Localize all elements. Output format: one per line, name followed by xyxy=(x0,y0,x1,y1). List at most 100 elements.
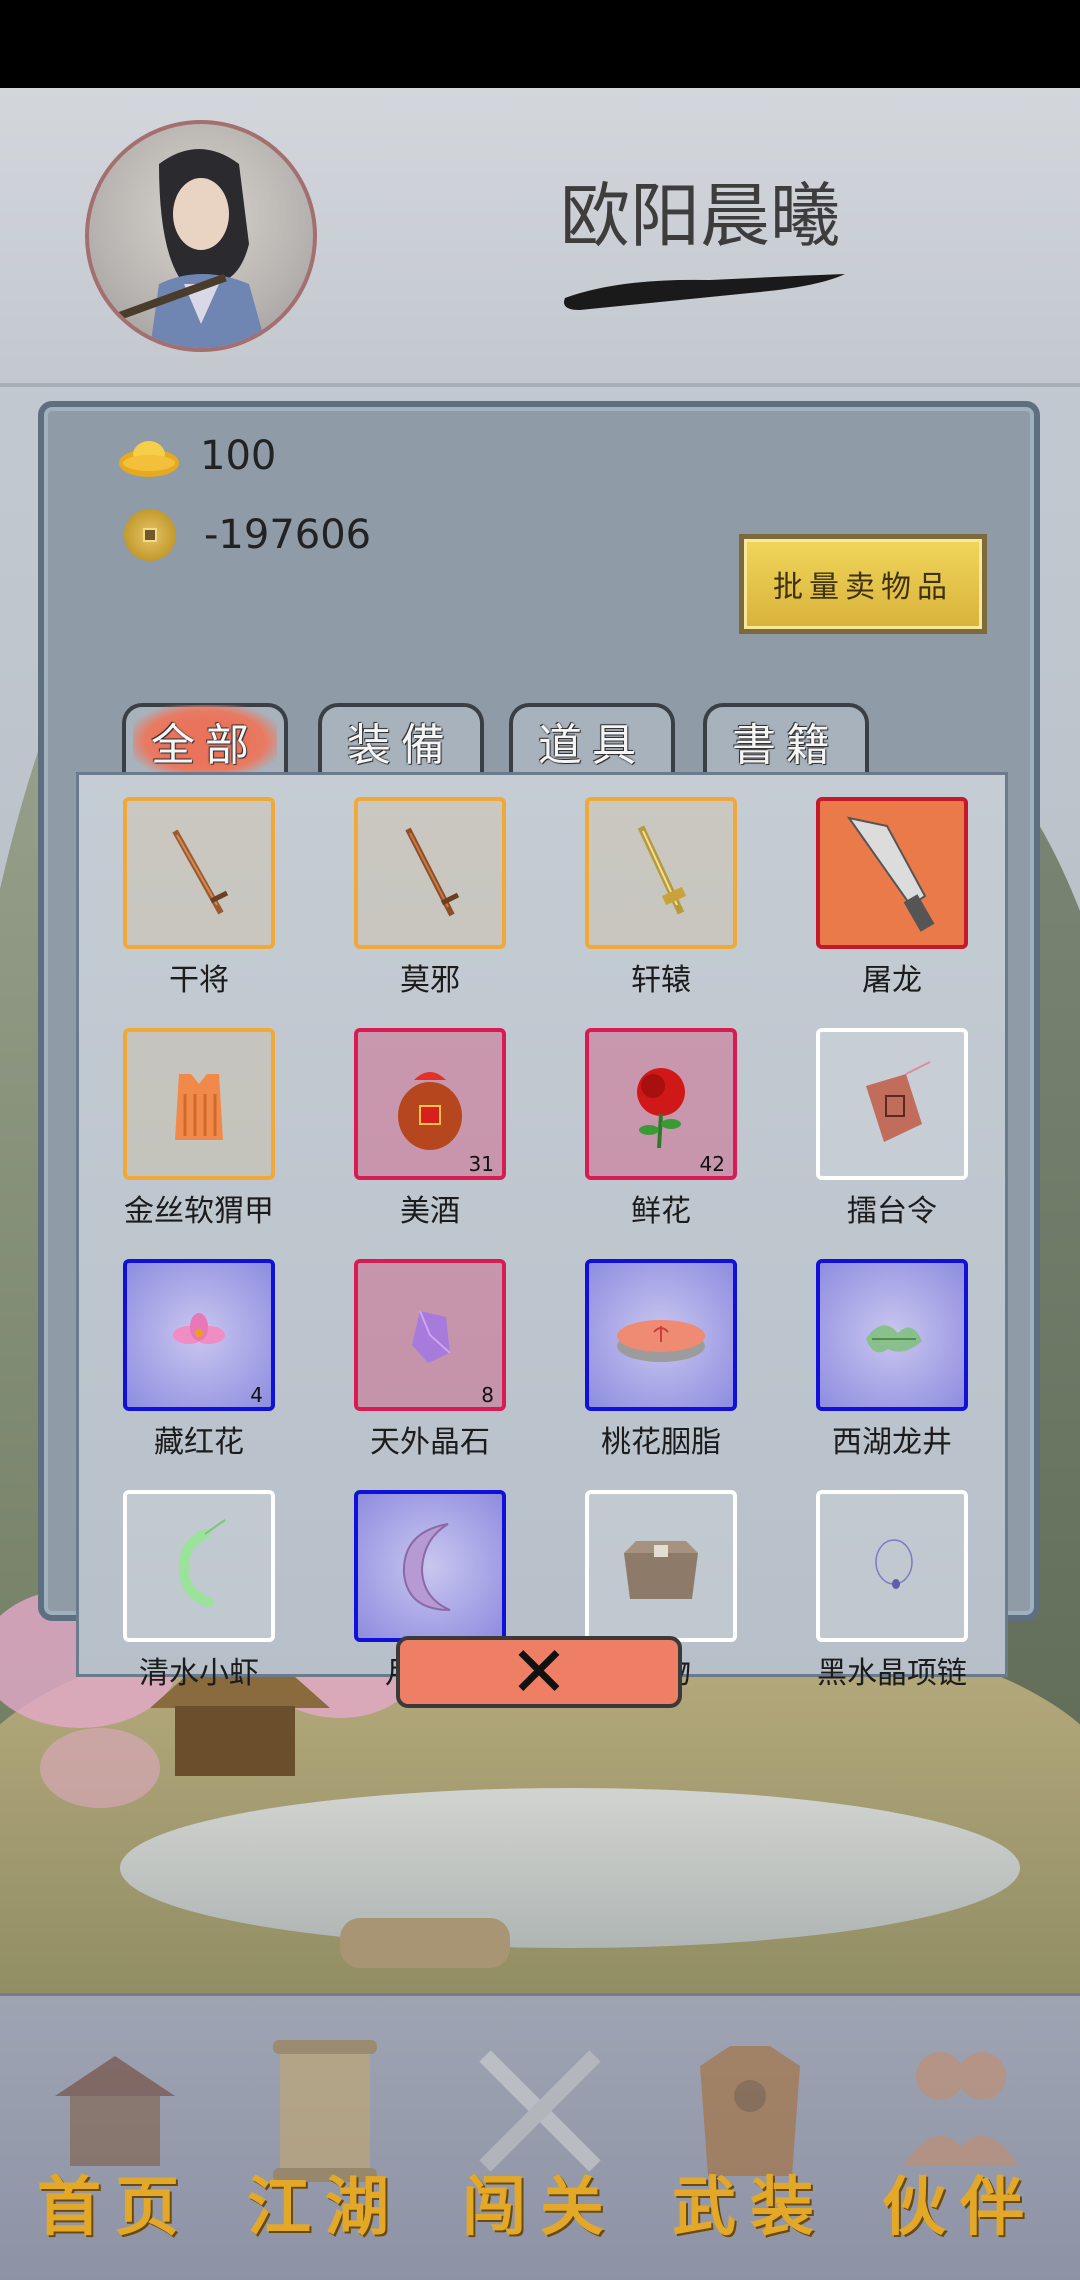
inventory-item[interactable]: 4 藏红花 xyxy=(123,1259,283,1461)
copper-coin-icon xyxy=(124,509,176,561)
player-name: 欧阳晨曦 xyxy=(560,175,840,257)
item-slot[interactable] xyxy=(585,797,737,949)
item-slot[interactable]: 42 xyxy=(585,1028,737,1180)
tab-items[interactable]: 道具 xyxy=(509,703,675,775)
nav-label: 江湖 xyxy=(247,2170,403,2245)
nav-label: 闯关 xyxy=(462,2170,618,2245)
item-name: 鲜花 xyxy=(631,1194,691,1229)
inventory-item[interactable]: 擂台令 xyxy=(816,1028,976,1230)
inventory-item[interactable]: 干将 xyxy=(123,797,283,999)
item-name: 桃花胭脂 xyxy=(601,1425,721,1460)
sword-icon xyxy=(172,829,229,915)
moon-stone-icon xyxy=(402,1523,451,1611)
nav-home[interactable]: 首页 xyxy=(20,2036,210,2246)
coin-row: -197606 xyxy=(118,509,371,561)
inventory-panel: 100 -197606 批量卖物品 全部 装備 道具 書籍 干将 莫邪 轩辕 屠… xyxy=(38,401,1040,1691)
item-name: 藏红花 xyxy=(154,1425,244,1460)
nav-jianghu[interactable]: 江湖 xyxy=(230,2036,420,2246)
item-name: 西湖龙井 xyxy=(832,1425,952,1460)
nav-challenge[interactable]: 闯关 xyxy=(445,2036,635,2246)
rock-decoration xyxy=(340,1918,510,1968)
item-slot[interactable] xyxy=(585,1490,737,1642)
inventory-item[interactable]: 8 天外晶石 xyxy=(354,1259,514,1461)
tab-label: 装備 xyxy=(347,720,455,771)
river-decoration xyxy=(120,1788,1020,1948)
inventory-item[interactable]: 屠龙 xyxy=(816,797,976,999)
inventory-item[interactable]: 31 美酒 xyxy=(354,1028,514,1230)
item-count: 4 xyxy=(250,1383,263,1407)
character-portrait-icon xyxy=(111,149,267,348)
gold-ingot-amount: 100 xyxy=(200,433,277,479)
item-count: 42 xyxy=(699,1152,725,1176)
cargo-box-icon xyxy=(624,1541,698,1599)
shrimp-icon xyxy=(179,1519,226,1607)
tab-label: 道具 xyxy=(538,720,646,771)
item-name: 干将 xyxy=(169,963,229,998)
profile-header: 欧阳晨曦 xyxy=(0,88,1080,387)
nav-label: 伙伴 xyxy=(882,2170,1038,2245)
armor-vest-icon xyxy=(175,1074,223,1140)
necklace-icon xyxy=(875,1539,913,1589)
item-slot[interactable] xyxy=(816,797,968,949)
inventory-item[interactable]: 黑水晶项链 xyxy=(816,1490,976,1692)
tea-leaves-icon xyxy=(866,1325,922,1353)
bottom-nav: 首页 江湖 闯关 武装 伙伴 xyxy=(0,1993,1080,2280)
inventory-item[interactable]: 桃花胭脂 xyxy=(585,1259,745,1461)
item-slot[interactable] xyxy=(123,797,275,949)
inventory-item[interactable]: 清水小虾 xyxy=(123,1490,283,1692)
coin-amount: -197606 xyxy=(204,512,372,558)
inventory-item[interactable]: 莫邪 xyxy=(354,797,514,999)
gold-ingot-row: 100 xyxy=(118,433,276,479)
tab-books[interactable]: 書籍 xyxy=(703,703,869,775)
item-slot[interactable]: 8 xyxy=(354,1259,506,1411)
item-slot[interactable] xyxy=(585,1259,737,1411)
nav-armor[interactable]: 武装 xyxy=(655,2036,845,2246)
item-slot[interactable] xyxy=(816,1028,968,1180)
item-name: 天外晶石 xyxy=(370,1425,490,1460)
brush-stroke-decoration xyxy=(564,274,845,310)
inventory-item[interactable]: 金丝软猬甲 xyxy=(123,1028,283,1230)
nav-label: 武装 xyxy=(672,2170,828,2245)
item-slot[interactable] xyxy=(123,1028,275,1180)
nav-companions[interactable]: 伙伴 xyxy=(865,2036,1055,2246)
sword-icon xyxy=(405,827,460,917)
inventory-item[interactable]: 轩辕 xyxy=(585,797,745,999)
wine-jar-icon xyxy=(398,1072,462,1150)
item-slot[interactable]: 31 xyxy=(354,1028,506,1180)
item-slot[interactable] xyxy=(354,1490,506,1642)
rose-icon xyxy=(637,1068,685,1149)
token-icon xyxy=(866,1061,931,1142)
inventory-item[interactable]: 42 鲜花 xyxy=(585,1028,745,1230)
golden-sword-icon xyxy=(637,825,687,915)
item-name: 美酒 xyxy=(400,1194,460,1229)
nav-label: 首页 xyxy=(37,2170,193,2245)
item-name: 金丝软猬甲 xyxy=(124,1194,274,1229)
item-grid: 干将 莫邪 轩辕 屠龙 金丝软猬甲 31 美酒 42 鲜花 擂台令 4 藏红花 … xyxy=(76,772,1008,1691)
item-count: 31 xyxy=(468,1152,494,1176)
saffron-flower-icon xyxy=(173,1313,225,1344)
game-screen: 欧阳晨曦 100 -197606 批量卖物品 全部 装備 道具 書籍 干将 莫邪… xyxy=(0,88,1080,2280)
item-name: 黑水晶项链 xyxy=(817,1656,967,1691)
item-name: 擂台令 xyxy=(847,1194,937,1229)
tab-equipment[interactable]: 装備 xyxy=(318,703,484,775)
item-name: 轩辕 xyxy=(631,963,691,998)
item-slot[interactable] xyxy=(354,797,506,949)
broadsword-icon xyxy=(846,816,935,932)
item-slot[interactable] xyxy=(816,1259,968,1411)
avatar[interactable] xyxy=(85,120,317,352)
inventory-item[interactable]: 西湖龙井 xyxy=(816,1259,976,1461)
item-slot[interactable] xyxy=(123,1490,275,1642)
close-button[interactable]: ✕ xyxy=(396,1631,682,1713)
tab-all[interactable]: 全部 xyxy=(122,703,288,777)
crystal-icon xyxy=(412,1310,451,1363)
gold-ingot-icon xyxy=(119,441,179,477)
item-count: 8 xyxy=(481,1383,494,1407)
item-slot[interactable] xyxy=(816,1490,968,1642)
item-name: 莫邪 xyxy=(400,963,460,998)
item-name: 屠龙 xyxy=(862,963,922,998)
tab-label: 全部 xyxy=(133,705,277,777)
blossom-decoration xyxy=(40,1728,160,1808)
item-slot[interactable]: 4 xyxy=(123,1259,275,1411)
bulk-sell-button[interactable]: 批量卖物品 xyxy=(739,534,987,634)
tab-label: 書籍 xyxy=(732,720,840,771)
